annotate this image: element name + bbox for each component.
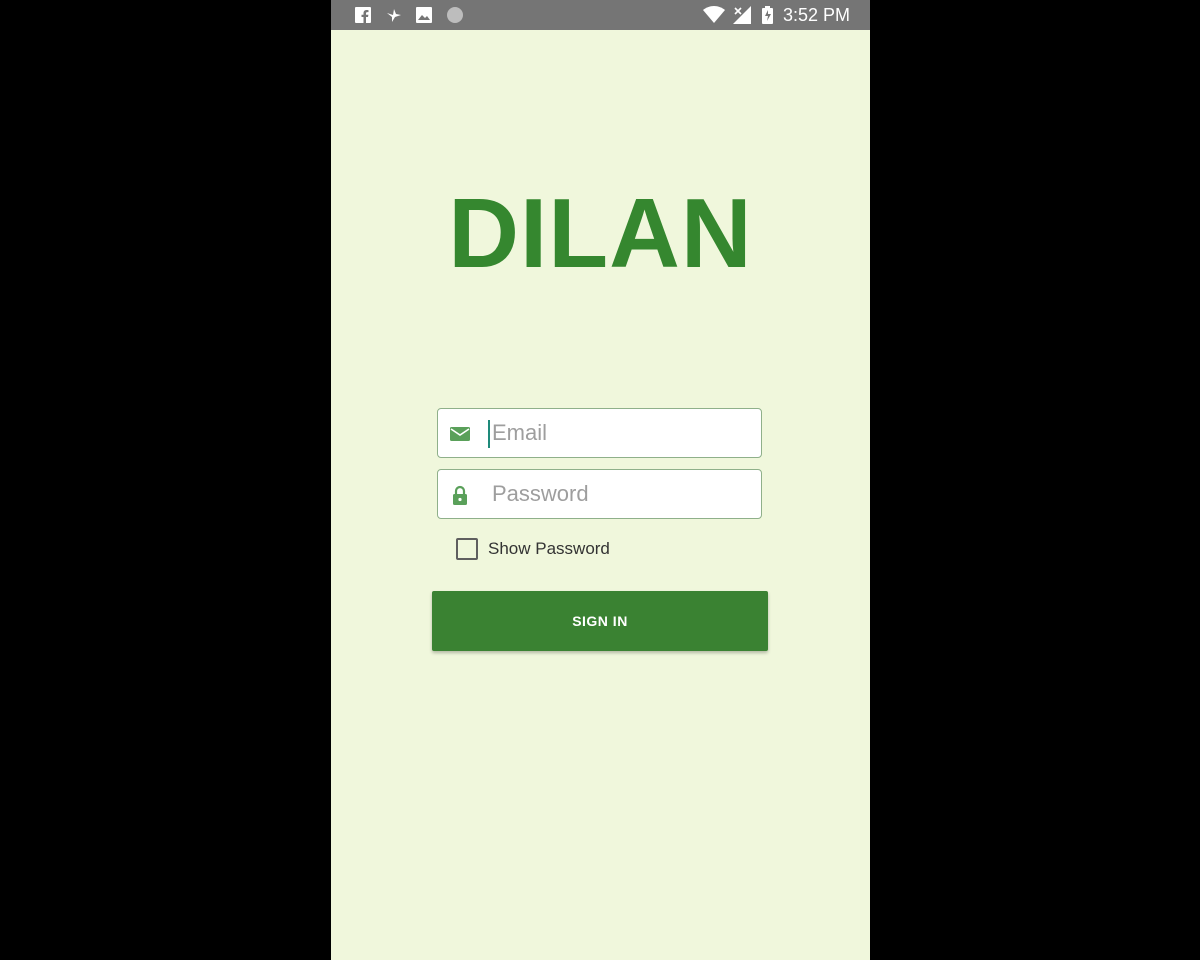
- email-icon: [450, 424, 470, 444]
- show-password-row[interactable]: Show Password: [456, 537, 610, 561]
- bird-icon: [386, 6, 402, 24]
- app-logo: DILAN: [448, 178, 753, 288]
- show-password-label: Show Password: [488, 539, 610, 558]
- phone-screen: 3:52 PM DILAN Show Password SIGN IN: [331, 0, 870, 960]
- status-bar: 3:52 PM: [331, 0, 870, 30]
- email-field[interactable]: [437, 408, 762, 458]
- facebook-icon: [355, 6, 371, 24]
- lock-icon: [450, 485, 470, 505]
- password-input[interactable]: [492, 470, 752, 518]
- signal-icon: [733, 6, 751, 24]
- text-cursor: [488, 420, 490, 448]
- status-time: 3:52 PM: [782, 5, 850, 25]
- circle-icon: [446, 6, 464, 24]
- image-icon: [416, 6, 432, 24]
- show-password-checkbox[interactable]: [456, 538, 478, 560]
- wifi-icon: [703, 6, 725, 24]
- sign-in-button[interactable]: SIGN IN: [432, 591, 768, 651]
- battery-icon: [762, 6, 773, 24]
- password-field[interactable]: [437, 469, 762, 519]
- email-input[interactable]: [492, 409, 752, 457]
